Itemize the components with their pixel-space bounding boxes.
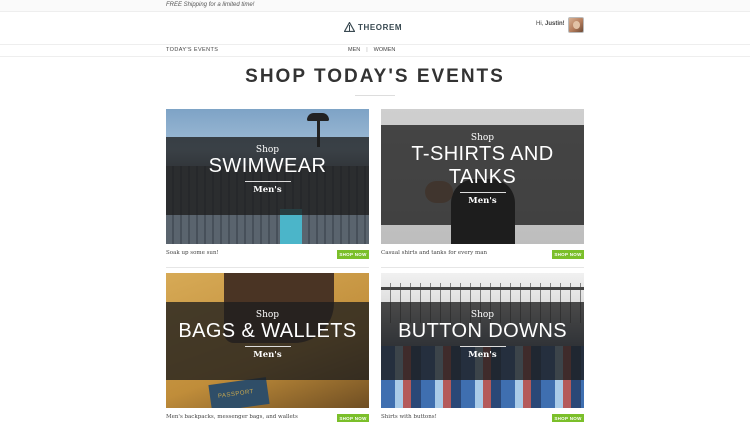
logo[interactable]: THEOREM <box>344 22 402 32</box>
event-overlay: Shop BUTTON DOWNS Men's <box>381 302 584 380</box>
event-overlay: Shop T-SHIRTS AND TANKS Men's <box>381 125 584 225</box>
event-image-button-downs[interactable]: Shop BUTTON DOWNS Men's <box>381 273 584 408</box>
overlay-divider <box>459 192 506 193</box>
overlay-divider <box>244 346 291 347</box>
page-title: SHOP TODAY'S EVENTS <box>245 66 505 87</box>
shop-now-button[interactable]: SHOP NOW <box>337 414 369 422</box>
overlay-event-title: SWIMWEAR <box>208 155 327 177</box>
greeting-text: Hi, <box>536 21 544 27</box>
event-overlay: Shop SWIMWEAR Men's <box>166 137 369 215</box>
site-header: THEOREM Hi, Justin! <box>0 12 750 44</box>
overlay-gender-label: Men's <box>253 350 282 360</box>
overlay-gender-label: Men's <box>468 196 497 206</box>
promo-bar: FREE Shipping for a limited time! <box>0 0 750 12</box>
passport-graphic: PASSPORT <box>208 377 270 408</box>
overlay-divider <box>244 181 291 182</box>
event-caption: Shirts with buttons! <box>381 414 437 420</box>
overlay-shop-label: Shop <box>470 133 495 143</box>
overlay-gender-label: Men's <box>253 185 282 195</box>
event-overlay: Shop BAGS & WALLETS Men's <box>166 302 369 380</box>
brand-name: THEOREM <box>358 22 403 32</box>
overlay-divider <box>459 346 506 347</box>
event-card-tshirts: Shop T-SHIRTS AND TANKS Men's Casual shi… <box>381 109 584 268</box>
event-caption: Casual shirts and tanks for every man <box>381 250 488 256</box>
event-caption: Men's backpacks, messenger bags, and wal… <box>166 414 298 420</box>
main-nav: TODAY'S EVENTS MEN | WOMEN <box>0 44 750 57</box>
shop-now-button[interactable]: SHOP NOW <box>552 250 584 259</box>
promo-text: FREE Shipping for a limited time! <box>166 2 255 8</box>
shop-now-button[interactable]: SHOP NOW <box>337 250 369 259</box>
clothing-rail-graphic <box>381 287 584 290</box>
overlay-event-title: BUTTON DOWNS <box>398 320 567 342</box>
triangle-logo-icon <box>344 22 355 32</box>
overlay-shop-label: Shop <box>470 310 495 320</box>
overlay-event-title: T-SHIRTS AND TANKS <box>411 143 554 188</box>
event-card-swimwear: Shop SWIMWEAR Men's Soak up some sun! SH… <box>166 109 369 268</box>
event-caption: Soak up some sun! <box>166 250 219 256</box>
title-divider <box>355 95 395 96</box>
nav-todays-events[interactable]: TODAY'S EVENTS <box>166 47 218 53</box>
event-card-bags: PASSPORT Shop BAGS & WALLETS Men's Men's… <box>166 273 369 422</box>
shop-now-button[interactable]: SHOP NOW <box>552 414 584 422</box>
overlay-shop-label: Shop <box>255 310 280 320</box>
gender-links: MEN | WOMEN <box>348 47 395 53</box>
nav-men[interactable]: MEN <box>348 47 360 53</box>
passport-text: PASSPORT <box>217 388 255 400</box>
overlay-shop-label: Shop <box>255 145 280 155</box>
event-image-tshirts[interactable]: Shop T-SHIRTS AND TANKS Men's <box>381 109 584 244</box>
card-divider <box>381 267 584 268</box>
avatar[interactable] <box>568 17 584 33</box>
nav-women[interactable]: WOMEN <box>374 47 396 53</box>
user-name: Justin! <box>545 21 565 27</box>
nav-separator: | <box>366 47 368 53</box>
card-divider <box>166 267 369 268</box>
event-image-swimwear[interactable]: Shop SWIMWEAR Men's <box>166 109 369 244</box>
overlay-event-title: BAGS & WALLETS <box>178 320 357 342</box>
user-greeting[interactable]: Hi, Justin! <box>536 21 565 27</box>
event-image-bags[interactable]: PASSPORT Shop BAGS & WALLETS Men's <box>166 273 369 408</box>
overlay-gender-label: Men's <box>468 350 497 360</box>
event-card-button-downs: Shop BUTTON DOWNS Men's Shirts with butt… <box>381 273 584 422</box>
